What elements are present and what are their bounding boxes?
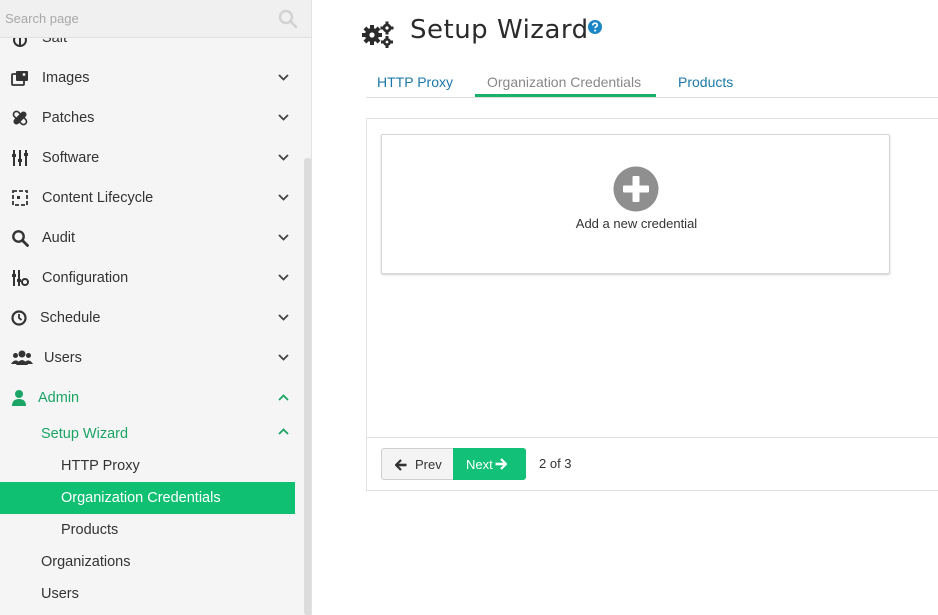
prev-button[interactable]: Prev: [381, 448, 454, 480]
sidebar-item-label: Software: [42, 150, 100, 166]
salt-icon: [13, 33, 27, 47]
panel-footer-divider: [367, 437, 938, 438]
sidebar-item-label: Organizations: [41, 554, 131, 570]
chevron-down-icon[interactable]: [277, 71, 290, 84]
sidebar-item-label: Images: [42, 70, 90, 86]
prev-button-label: Prev: [415, 457, 442, 472]
sidebar-item-salt[interactable]: Salt: [0, 18, 300, 58]
tab-organization-credentials[interactable]: Organization Credentials: [487, 73, 641, 91]
sidebar-item-label: Admin: [38, 390, 80, 406]
sidebar-item-label: Products: [61, 522, 119, 538]
sidebar-item-label: Audit: [42, 230, 76, 246]
add-credential-card[interactable]: Add a new credential: [381, 134, 890, 274]
sidebar-item-patches[interactable]: Patches: [0, 98, 300, 138]
sidebar-item-label: Patches: [42, 110, 95, 126]
chevron-down-icon[interactable]: [277, 351, 290, 364]
sidebar-item-products[interactable]: Products: [0, 515, 300, 545]
chevron-down-icon[interactable]: [277, 151, 290, 164]
page-title: Setup Wizard: [410, 15, 589, 45]
tab-http-proxy[interactable]: HTTP Proxy: [377, 73, 453, 91]
sidebar-item-label: Salt: [42, 30, 67, 46]
sidebar-item-software[interactable]: Software: [0, 138, 300, 178]
sidebar-item-content-lifecycle[interactable]: Content Lifecycle: [0, 178, 300, 218]
chevron-up-icon[interactable]: [277, 391, 290, 404]
sidebar-item-organizations[interactable]: Organizations: [0, 547, 300, 577]
audit-search-icon: [12, 230, 29, 247]
gears-icon: [362, 21, 394, 48]
software-icon: [12, 150, 28, 166]
sidebar-item-admin[interactable]: Admin: [0, 378, 300, 418]
sidebar-item-organization-credentials[interactable]: Organization Credentials: [0, 482, 295, 514]
sidebar-item-label: Schedule: [40, 310, 101, 326]
user-icon: [12, 390, 26, 406]
sidebar-item-label: HTTP Proxy: [61, 458, 140, 474]
chevron-down-icon[interactable]: [277, 111, 290, 124]
users-icon: [11, 350, 33, 365]
help-icon[interactable]: [588, 20, 602, 34]
next-button[interactable]: Next: [453, 448, 526, 480]
add-credential-label: Add a new credential: [575, 216, 698, 231]
sidebar-item-schedule[interactable]: Schedule: [0, 298, 300, 338]
search-icon[interactable]: [278, 9, 298, 29]
tab-products[interactable]: Products: [678, 73, 733, 91]
chevron-down-icon[interactable]: [277, 231, 290, 244]
images-icon: [11, 71, 28, 86]
sidebar-item-label: Setup Wizard: [41, 426, 129, 442]
sidebar-item-label: Users: [44, 350, 82, 366]
sidebar-item-label: Users: [41, 586, 79, 602]
arrow-left-icon: [395, 459, 407, 471]
next-button-label: Next: [466, 457, 493, 472]
sidebar-item-admin-users[interactable]: Users: [0, 579, 300, 609]
sidebar-scrollbar[interactable]: [304, 158, 311, 615]
sidebar-item-configuration[interactable]: Configuration: [0, 258, 300, 298]
sidebar-item-setup-wizard[interactable]: Setup Wizard: [0, 419, 300, 449]
arrow-right-icon: [495, 458, 507, 470]
sidebar: Salt Search page Images Patches: [0, 0, 312, 615]
sidebar-item-label: Configuration: [42, 270, 129, 286]
chevron-down-icon[interactable]: [277, 191, 290, 204]
sidebar-item-images[interactable]: Images: [0, 58, 300, 98]
chevron-down-icon[interactable]: [277, 311, 290, 324]
content-lifecycle-icon: [12, 190, 28, 206]
wizard-tabs: HTTP Proxy Organization Credentials Prod…: [366, 64, 938, 98]
sidebar-item-label: Content Lifecycle: [42, 190, 154, 206]
patches-icon: [12, 110, 28, 126]
chevron-down-icon[interactable]: [277, 271, 290, 284]
active-tab-indicator: [475, 94, 656, 97]
sidebar-item-label: Organization Credentials: [61, 490, 221, 506]
page-indicator: 2 of 3: [539, 456, 572, 471]
chevron-up-icon[interactable]: [277, 425, 290, 438]
plus-circle-icon[interactable]: [613, 166, 659, 212]
sidebar-item-audit[interactable]: Audit: [0, 218, 300, 258]
configuration-icon: [12, 270, 29, 286]
sidebar-item-http-proxy[interactable]: HTTP Proxy: [0, 451, 300, 481]
clock-icon: [11, 310, 27, 326]
sidebar-item-users[interactable]: Users: [0, 338, 300, 378]
